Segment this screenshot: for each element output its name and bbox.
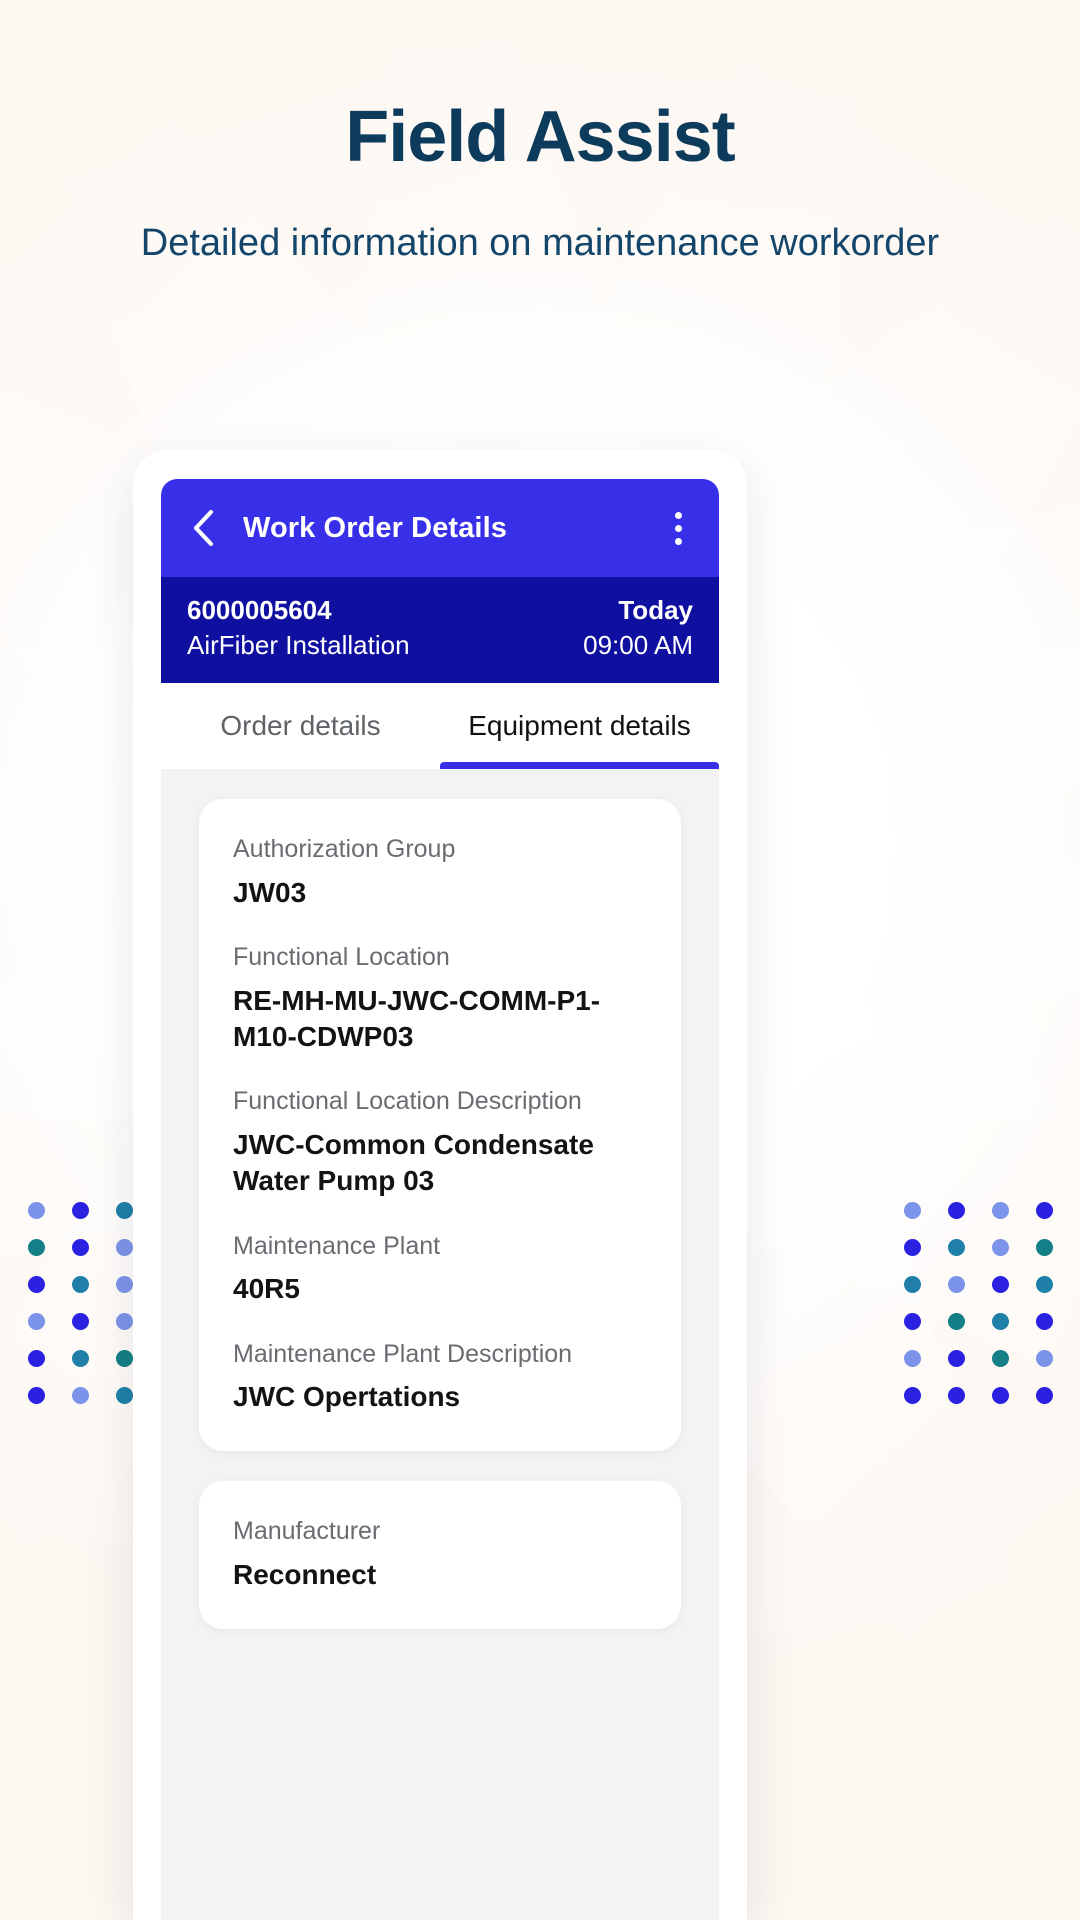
- decor-dot: [27, 1202, 45, 1219]
- decor-dot: [991, 1313, 1009, 1330]
- field-value: Reconnect: [233, 1558, 377, 1590]
- decor-dot: [947, 1350, 965, 1367]
- decor-dot: [27, 1276, 45, 1293]
- detail-field: Functional Location Description JWC-Commo…: [233, 1085, 647, 1199]
- field-label: Maintenance Plant Description: [233, 1339, 573, 1368]
- detail-field: Authorization Group JW03: [233, 833, 647, 911]
- decor-dot: [71, 1276, 89, 1293]
- decor-dot: [1035, 1276, 1053, 1293]
- decor-dot: [115, 1276, 133, 1293]
- decor-dot: [115, 1387, 133, 1404]
- tab-label: Equipment details: [468, 710, 691, 742]
- decor-dot: [1035, 1239, 1053, 1256]
- chevron-left-icon[interactable]: [183, 508, 223, 548]
- field-label: Functional Location: [233, 943, 450, 972]
- tab-label: Order details: [220, 710, 381, 742]
- tab-equipment-details[interactable]: Equipment details: [440, 683, 719, 770]
- decor-dot: [1035, 1202, 1053, 1219]
- decor-dot: [947, 1239, 965, 1256]
- decor-dot: [71, 1350, 89, 1367]
- more-vertical-icon[interactable]: [661, 503, 695, 553]
- field-label: Functional Location Description: [233, 1087, 582, 1116]
- order-description: AirFiber Installation: [187, 630, 410, 661]
- detail-card: Manufacturer Reconnect: [199, 1481, 681, 1630]
- order-time: 09:00 AM: [583, 630, 693, 661]
- field-label: Authorization Group: [233, 835, 456, 864]
- detail-field: Maintenance Plant 40R5: [233, 1230, 647, 1308]
- decor-dot: [903, 1350, 921, 1367]
- decor-dot: [991, 1239, 1009, 1256]
- field-value: 40R5: [233, 1273, 300, 1305]
- decor-dot: [903, 1202, 921, 1219]
- phone-mockup: Work Order Details 6000005604 AirFiber I…: [133, 450, 747, 1920]
- decor-dot: [991, 1276, 1009, 1293]
- page-title: Field Assist: [345, 97, 735, 177]
- detail-card: Authorization Group JW03 Functional Locati…: [199, 799, 681, 1452]
- promo-headings: Field Assist Detailed information on mai…: [0, 97, 1080, 268]
- field-value: JWC Opertations: [233, 1381, 461, 1413]
- decor-dot: [947, 1276, 965, 1293]
- field-value: RE-MH-MU-JWC-COMM-P1-M10-CDWP03: [233, 984, 601, 1052]
- decor-dot: [947, 1313, 965, 1330]
- field-label: Maintenance Plant: [233, 1231, 441, 1260]
- decor-dot: [991, 1202, 1009, 1219]
- decor-dot: [991, 1387, 1009, 1404]
- tab-content: Authorization Group JW03 Functional Locati…: [161, 769, 719, 1920]
- tab-bar: Order details Equipment details: [161, 683, 719, 770]
- decor-dot: [115, 1239, 133, 1256]
- decor-dot: [947, 1387, 965, 1404]
- app-bar-title: Work Order Details: [243, 511, 507, 544]
- order-id: 6000005604: [187, 595, 332, 625]
- decor-dot: [903, 1313, 921, 1330]
- decor-dot: [1035, 1350, 1053, 1367]
- decor-dot: [1035, 1313, 1053, 1330]
- decor-dot: [27, 1239, 45, 1256]
- field-label: Manufacturer: [233, 1517, 381, 1546]
- decor-dot: [27, 1350, 45, 1367]
- field-value: JWC-Common Condensate Water Pump 03: [233, 1128, 594, 1197]
- decor-dot: [115, 1202, 133, 1219]
- promo-screenshot: Field Assist Detailed information on mai…: [0, 0, 1080, 1920]
- order-summary-band: 6000005604 AirFiber Installation Today 0…: [161, 577, 719, 684]
- decor-dot: [1035, 1387, 1053, 1404]
- field-value: JW03: [233, 876, 307, 908]
- detail-field: Manufacturer Reconnect: [233, 1515, 647, 1593]
- dot-grid-right: [890, 1192, 1066, 1414]
- decor-dot: [947, 1202, 965, 1219]
- decor-dot: [71, 1202, 89, 1219]
- tab-active-underline: [440, 762, 719, 770]
- decor-dot: [991, 1350, 1009, 1367]
- tab-order-details[interactable]: Order details: [161, 683, 440, 769]
- decor-dot: [903, 1239, 921, 1256]
- app-bar: Work Order Details: [161, 479, 719, 577]
- decor-dot: [27, 1313, 45, 1330]
- detail-field: Functional Location RE-MH-MU-JWC-COMM-P1-…: [233, 941, 647, 1055]
- decor-dot: [115, 1350, 133, 1367]
- order-day: Today: [618, 595, 693, 625]
- decor-dot: [71, 1239, 89, 1256]
- phone-screen: Work Order Details 6000005604 AirFiber I…: [161, 479, 719, 1920]
- decor-dot: [115, 1313, 133, 1330]
- page-subtitle: Detailed information on maintenance work…: [140, 221, 940, 264]
- decor-dot: [71, 1387, 89, 1404]
- decor-dot: [903, 1276, 921, 1293]
- decor-dot: [903, 1387, 921, 1404]
- decor-dot: [27, 1387, 45, 1404]
- detail-field: Maintenance Plant Description JWC Opertat…: [233, 1338, 647, 1416]
- decor-dot: [71, 1313, 89, 1330]
